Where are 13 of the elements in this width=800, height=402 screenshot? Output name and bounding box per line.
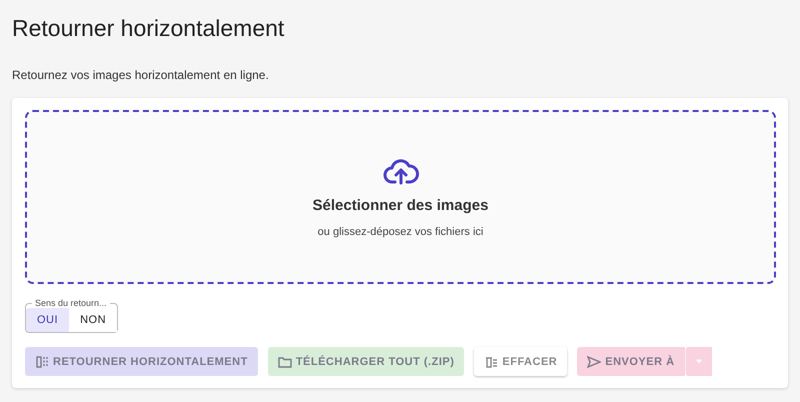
page-title: Retourner horizontalement [12, 14, 286, 42]
send-icon [587, 354, 602, 368]
dropzone-hint: ou glissez-déposez vos fichiers ici [318, 226, 484, 238]
folder-icon [278, 354, 292, 368]
toggle-option[interactable]: OUI [26, 308, 70, 332]
trash-icon [484, 354, 498, 368]
flip-icon [35, 354, 49, 368]
dropdown-button[interactable] [684, 347, 712, 376]
page-subtitle: Retournez vos images horizontalement en ligne. [12, 68, 270, 82]
dropzone-heading: Sélectionner des images [312, 196, 488, 214]
caret-icon [696, 359, 702, 364]
dropzone[interactable]: Sélectionner des images ou glissez-déposez vos fichiers ici [25, 110, 776, 284]
cloud-upload-icon [382, 156, 418, 184]
